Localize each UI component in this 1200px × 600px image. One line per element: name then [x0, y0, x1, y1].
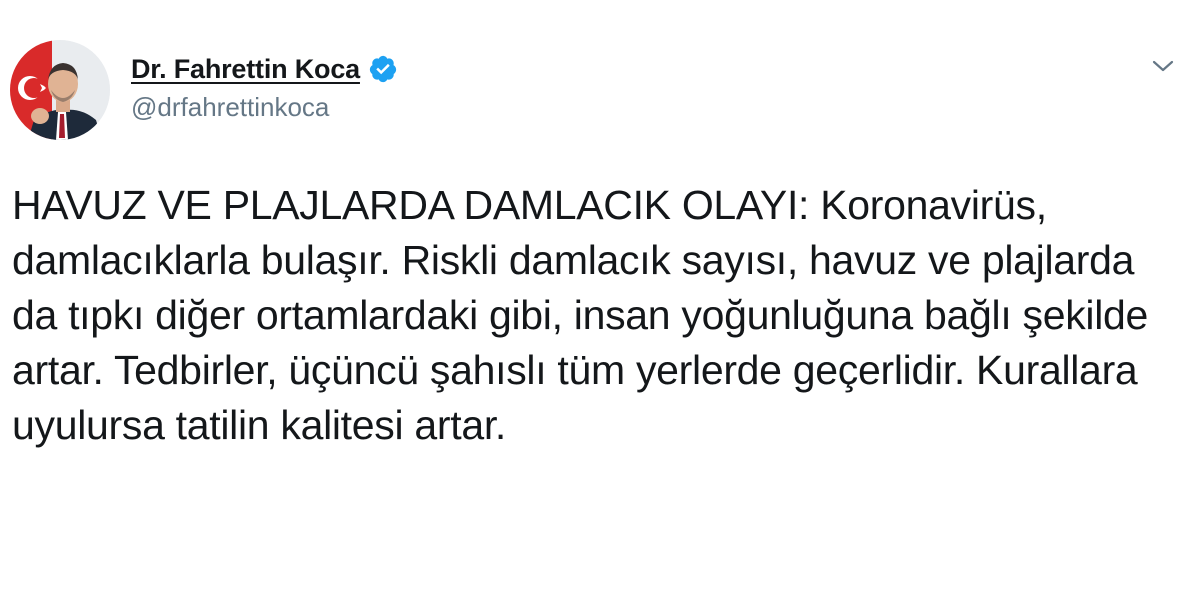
chevron-down-icon[interactable]: [1148, 54, 1178, 78]
avatar-photo: [10, 40, 110, 140]
display-name-link[interactable]: Dr. Fahrettin Koca: [131, 52, 398, 86]
tweet-card: Dr. Fahrettin Koca @drfahrettinkoca HAVU…: [0, 0, 1200, 600]
verified-badge-icon: [368, 54, 398, 84]
display-name[interactable]: Dr. Fahrettin Koca: [131, 54, 360, 85]
tweet-text: HAVUZ VE PLAJLARDA DAMLACIK OLAYI: Koron…: [12, 182, 1149, 448]
user-names: Dr. Fahrettin Koca @drfahrettinkoca: [131, 52, 398, 123]
user-handle[interactable]: @drfahrettinkoca: [131, 92, 398, 123]
avatar[interactable]: [10, 40, 110, 140]
